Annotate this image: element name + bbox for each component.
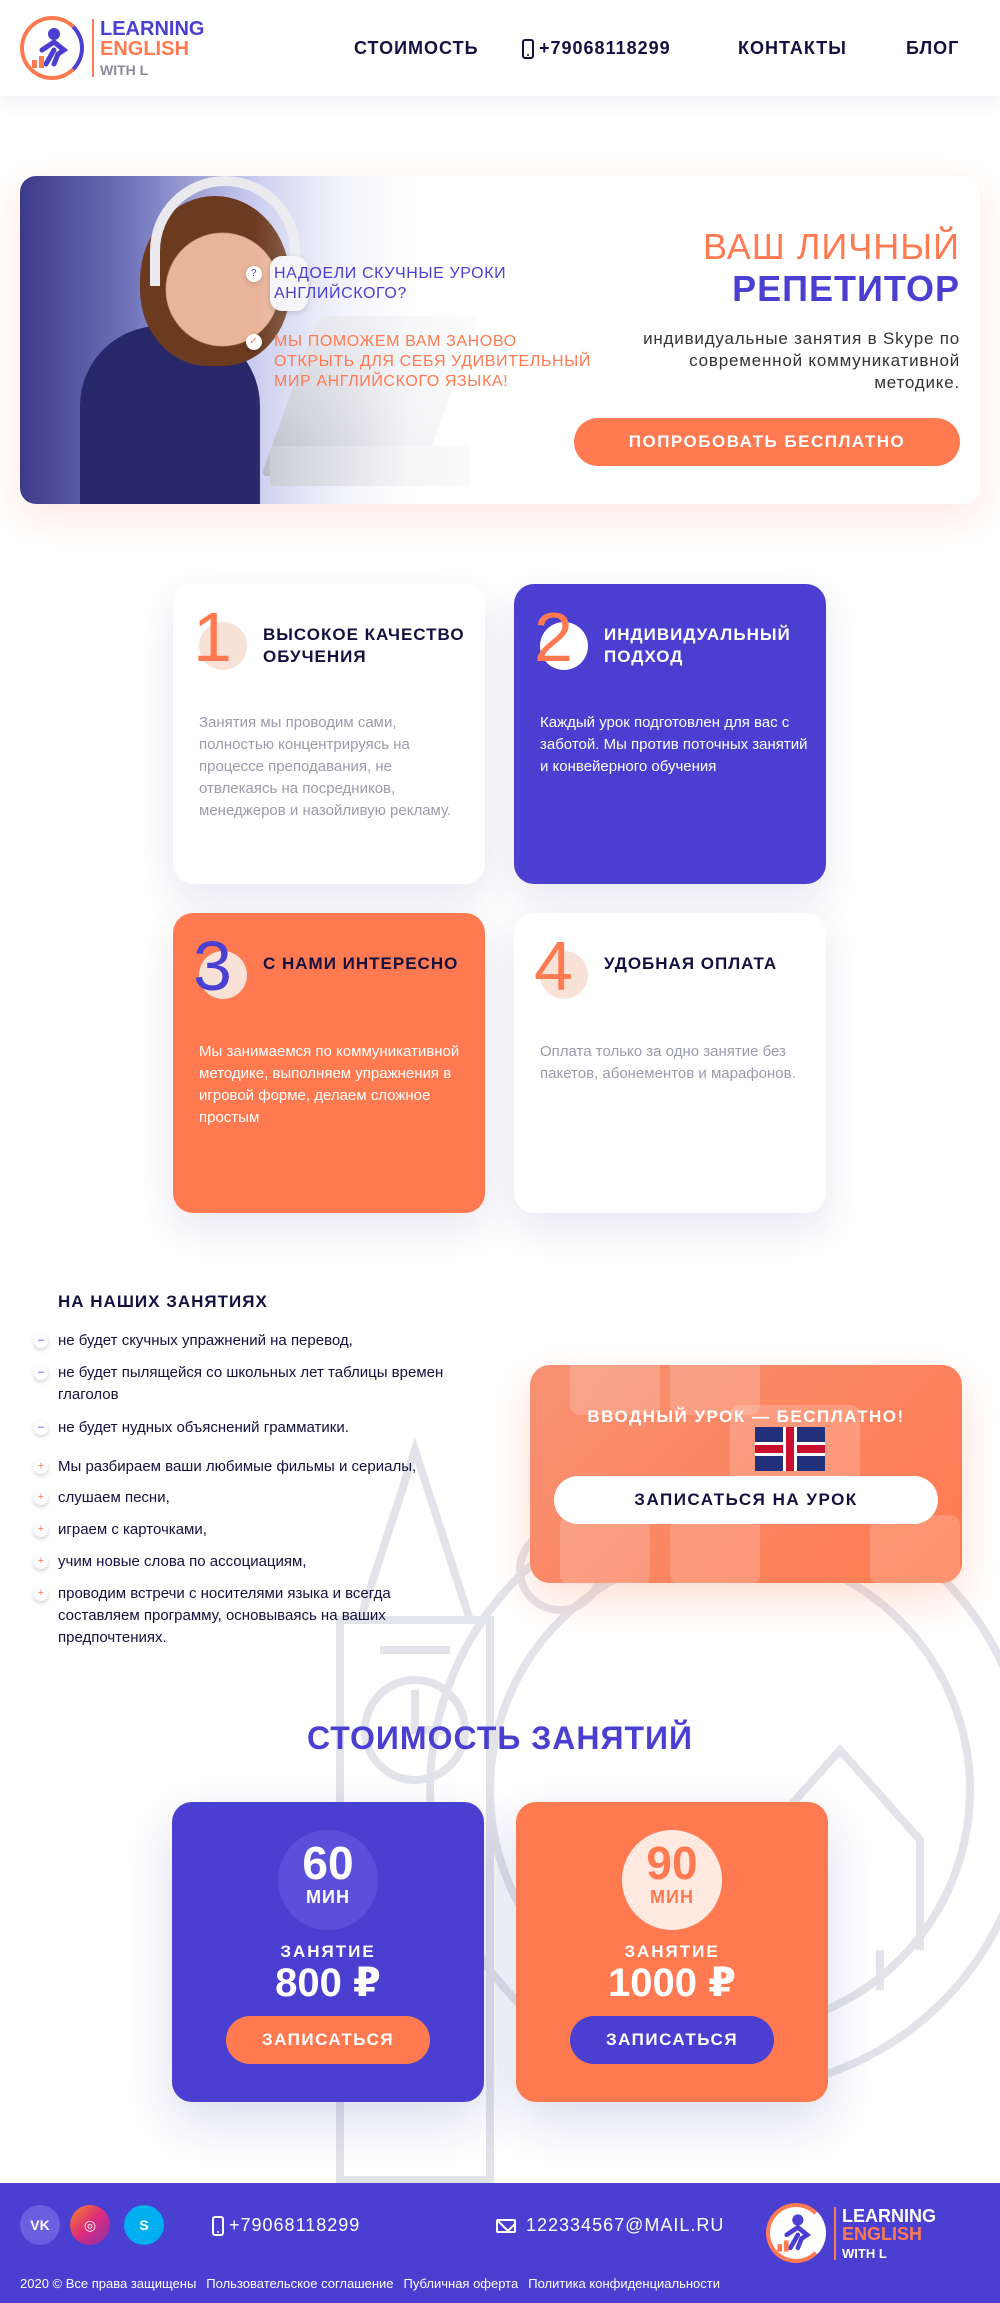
- feature-card-3: 3 С НАМИ ИНТЕРЕСНО Мы занимаемся по комм…: [173, 913, 485, 1213]
- lessons-minus-item: – не будет пылящейся со школьных лет табл…: [34, 1362, 474, 1406]
- hero-answer: ✓ МЫ ПОМОЖЕМ ВАМ ЗАНОВО ОТКРЫТЬ ДЛЯ СЕБЯ…: [246, 332, 592, 392]
- logo-mark-icon: [766, 2203, 826, 2263]
- lessons-title: НА НАШИХ ЗАНЯТИЯХ: [58, 1292, 268, 1311]
- uk-flag-icon: [755, 1427, 825, 1471]
- plus-icon: +: [34, 1460, 48, 1474]
- feature-number: 3: [193, 927, 232, 1005]
- nav-blog-link[interactable]: БЛОГ: [906, 38, 959, 59]
- feature-number: 4: [534, 927, 573, 1005]
- hero-question: ? НАДОЕЛИ СКУЧНЫЕ УРОКИ АНГЛИЙСКОГО?: [246, 264, 536, 304]
- logo-line3: WITH L: [100, 62, 149, 78]
- promo-title: ВВОДНЫЙ УРОК — БЕСПЛАТНО!: [587, 1407, 905, 1426]
- price-card-90: 90 МИН ЗАНЯТИЕ 1000 ₽ ЗАПИСАТЬСЯ: [516, 1802, 828, 2102]
- logo-line2: ENGLISH: [100, 38, 189, 60]
- lessons-plus-item: + слушаем песни,: [34, 1487, 170, 1509]
- feature-text: Оплата только за одно занятие без пакето…: [540, 1043, 796, 1082]
- book-lesson-button[interactable]: ЗАПИСАТЬСЯ НА УРОК: [554, 1476, 938, 1524]
- feature-number: 2: [534, 598, 573, 676]
- feature-text: Каждый урок подготовлен для вас с забото…: [540, 714, 808, 775]
- logo-text: LEARNING ENGLISH WITH L: [92, 19, 204, 77]
- question-icon: ?: [246, 266, 262, 282]
- mail-icon: [496, 2218, 516, 2233]
- minus-icon: –: [34, 1421, 48, 1435]
- plan-label: ЗАНЯТИЕ: [280, 1942, 376, 1961]
- try-free-button[interactable]: ПОПРОБОВАТЬ БЕСПЛАТНО: [574, 418, 960, 466]
- phone-icon: [522, 38, 534, 59]
- check-icon: ✓: [246, 334, 262, 350]
- logo-line1: LEARNING: [100, 18, 205, 40]
- logo-line2: ENGLISH: [842, 2223, 923, 2244]
- footer-email: 122334567@MAIL.RU: [526, 2215, 725, 2235]
- logo-line3: WITH L: [842, 2245, 887, 2261]
- lessons-plus-item: + проводим встречи с носителями языка и в…: [34, 1583, 464, 1649]
- book-60-button[interactable]: ЗАПИСАТЬСЯ: [226, 2016, 430, 2064]
- intro-lesson-promo: ВВОДНЫЙ УРОК — БЕСПЛАТНО! ЗАПИСАТЬСЯ НА …: [530, 1365, 962, 1583]
- lessons-plus-item: + играем с карточками,: [34, 1519, 207, 1541]
- footer-logo-text: LEARNING ENGLISH WITH L: [834, 2205, 936, 2261]
- feature-card-2: 2 ИНДИВИДУАЛЬНЫЙ ПОДХОД Каждый урок подг…: [514, 584, 826, 884]
- plan-minutes: 90: [646, 1837, 698, 1889]
- feature-title: ИНДИВИДУАЛЬНЫЙ ПОДХОД: [604, 625, 791, 666]
- skype-icon[interactable]: S: [124, 2205, 164, 2245]
- copyright: 2020 © Все права защищены: [20, 2276, 197, 2291]
- plan-price: 1000 ₽: [608, 1961, 736, 2005]
- nav-phone-link[interactable]: +79068118299: [522, 38, 671, 59]
- phone-icon: [212, 2215, 224, 2236]
- minus-icon: –: [34, 1366, 48, 1380]
- minus-icon: –: [34, 1334, 48, 1348]
- feature-card-1: 1 ВЫСОКОЕ КАЧЕСТВО ОБУЧЕНИЯ Занятия мы п…: [173, 584, 485, 884]
- plan-minutes-unit: МИН: [650, 1887, 694, 1907]
- plan-price: 800 ₽: [275, 1961, 381, 2005]
- logo-line1: LEARNING: [842, 2205, 936, 2226]
- feature-number: 1: [193, 598, 232, 676]
- footer-legal-links: 2020 © Все права защищены Пользовательск…: [20, 2276, 720, 2291]
- plus-icon: +: [34, 1491, 48, 1505]
- hero-title-line2: РЕПЕТИТОР: [732, 268, 960, 309]
- book-90-button[interactable]: ЗАПИСАТЬСЯ: [570, 2016, 774, 2064]
- feature-text: Мы занимаемся по коммуникативной методик…: [199, 1043, 460, 1126]
- feature-title: УДОБНАЯ ОПЛАТА: [604, 954, 778, 973]
- logo-mark-icon: [20, 16, 84, 80]
- feature-title: ВЫСОКОЕ КАЧЕСТВО ОБУЧЕНИЯ: [263, 625, 465, 666]
- feature-title: С НАМИ ИНТЕРЕСНО: [263, 954, 459, 973]
- site-footer: VK ◎ S +79068118299 122334567@MAIL.RU LE…: [0, 2183, 1000, 2303]
- hero-title-line1: ВАШ ЛИЧНЫЙ: [702, 226, 960, 267]
- hero-subtitle: индивидуальные занятия в Skype по соврем…: [643, 329, 960, 392]
- vk-icon[interactable]: VK: [20, 2205, 60, 2245]
- instagram-icon[interactable]: ◎: [70, 2205, 110, 2245]
- footer-email-link[interactable]: 122334567@MAIL.RU: [496, 2215, 724, 2236]
- hero-banner: ? НАДОЕЛИ СКУЧНЫЕ УРОКИ АНГЛИЙСКОГО? ✓ М…: [20, 176, 980, 504]
- privacy-policy-link[interactable]: Политика конфиденциальности: [528, 2276, 720, 2291]
- price-card-60: 60 МИН ЗАНЯТИЕ 800 ₽ ЗАПИСАТЬСЯ: [172, 1802, 484, 2102]
- nav-phone-number: +79068118299: [539, 38, 671, 58]
- hero-answer-text: МЫ ПОМОЖЕМ ВАМ ЗАНОВО ОТКРЫТЬ ДЛЯ СЕБЯ У…: [274, 333, 591, 390]
- lessons-plus-item: + Мы разбираем ваши любимые фильмы и сери…: [34, 1456, 416, 1478]
- hero-question-text: НАДОЕЛИ СКУЧНЫЕ УРОКИ АНГЛИЙСКОГО?: [274, 265, 507, 302]
- plan-minutes-unit: МИН: [306, 1887, 350, 1907]
- nav-price-link[interactable]: СТОИМОСТЬ: [354, 38, 479, 59]
- feature-card-4: 4 УДОБНАЯ ОПЛАТА Оплата только за одно з…: [514, 913, 826, 1213]
- nav-contacts-link[interactable]: КОНТАКТЫ: [738, 38, 847, 59]
- logo[interactable]: LEARNING ENGLISH WITH L: [20, 16, 204, 80]
- lessons-plus-item: + учим новые слова по ассоциациям,: [34, 1551, 307, 1573]
- footer-phone-link[interactable]: +79068118299: [212, 2215, 360, 2236]
- public-offer-link[interactable]: Публичная оферта: [404, 2276, 519, 2291]
- plus-icon: +: [34, 1523, 48, 1537]
- pricing-title: СТОИМОСТЬ ЗАНЯТИЙ: [306, 1720, 694, 1756]
- footer-logo[interactable]: LEARNING ENGLISH WITH L: [766, 2203, 936, 2263]
- plus-icon: +: [34, 1555, 48, 1569]
- user-agreement-link[interactable]: Пользовательское соглашение: [206, 2276, 393, 2291]
- plus-icon: +: [34, 1587, 48, 1601]
- plan-label: ЗАНЯТИЕ: [624, 1942, 720, 1961]
- footer-phone-number: +79068118299: [229, 2215, 361, 2235]
- site-header: LEARNING ENGLISH WITH L СТОИМОСТЬ +79068…: [0, 0, 1000, 96]
- feature-text: Занятия мы проводим сами, полностью конц…: [199, 714, 452, 819]
- lessons-minus-item: – не будет скучных упражнений на перевод,: [34, 1330, 353, 1352]
- lessons-minus-item: – не будет нудных объяснений грамматики.: [34, 1417, 349, 1439]
- plan-minutes: 60: [302, 1837, 354, 1889]
